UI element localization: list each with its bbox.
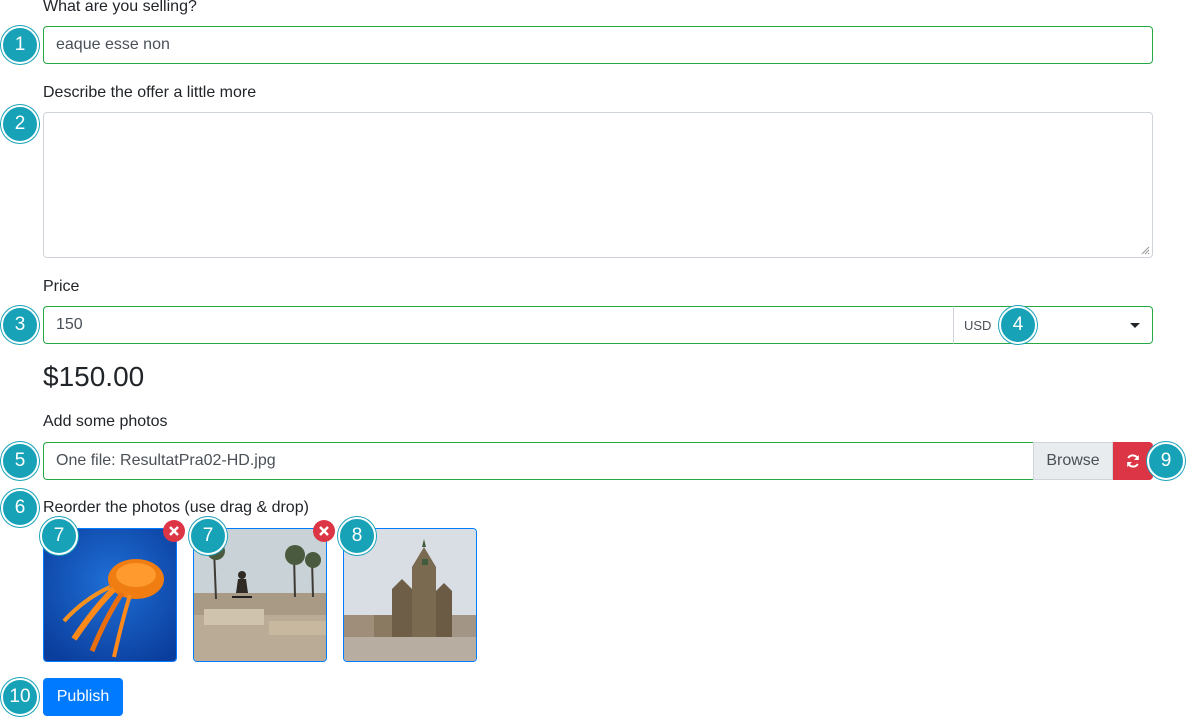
title-input-value: eaque esse non xyxy=(56,36,170,53)
description-label: Describe the offer a little more xyxy=(43,84,257,101)
caret-down-icon xyxy=(1130,322,1140,328)
annotation-badge: 1 xyxy=(1,26,39,64)
file-input[interactable]: One file: ResultatPra02-HD.jpg xyxy=(43,442,1033,480)
annotation-badge: 3 xyxy=(1,306,39,344)
file-status: One file: ResultatPra02-HD.jpg xyxy=(56,452,276,469)
reorder-label: Reorder the photos (use drag & drop) xyxy=(43,499,309,516)
remove-photo-jellyfish-button[interactable] xyxy=(163,520,185,542)
description-textarea[interactable] xyxy=(43,112,1153,258)
title-input[interactable]: eaque esse non xyxy=(43,26,1153,64)
annotation-badge: 7 xyxy=(189,517,227,555)
price-input[interactable]: 150 xyxy=(43,306,953,344)
price-input-group: 150 USD xyxy=(43,306,1153,344)
currency-value: USD xyxy=(964,317,992,333)
price-label: Price xyxy=(43,278,80,295)
annotation-badge: 2 xyxy=(1,105,39,143)
price-formatted: $150.00 xyxy=(43,361,145,392)
annotation-badge: 4 xyxy=(999,306,1037,344)
remove-photo-skatepark-button[interactable] xyxy=(313,520,335,542)
annotation-badge: 8 xyxy=(338,517,376,555)
currency-select[interactable]: USD xyxy=(953,306,1153,344)
annotation-badge: 9 xyxy=(1147,442,1185,480)
annotation-badge: 5 xyxy=(1,442,39,480)
file-input-group: One file: ResultatPra02-HD.jpg Browse xyxy=(43,442,1153,480)
annotation-badge: 7 xyxy=(40,517,78,555)
price-input-value: 150 xyxy=(56,316,83,333)
browse-button[interactable]: Browse xyxy=(1033,442,1113,480)
title-label: What are you selling? xyxy=(43,0,197,15)
close-circle-icon xyxy=(169,526,179,536)
annotation-badge: 6 xyxy=(1,489,39,527)
resize-grip-icon[interactable] xyxy=(1140,245,1150,255)
photos-label: Add some photos xyxy=(43,413,168,430)
close-circle-icon xyxy=(319,526,329,536)
annotation-badge: 10 xyxy=(1,678,39,716)
publish-button[interactable]: Publish xyxy=(43,678,123,716)
refresh-icon xyxy=(1127,454,1139,468)
